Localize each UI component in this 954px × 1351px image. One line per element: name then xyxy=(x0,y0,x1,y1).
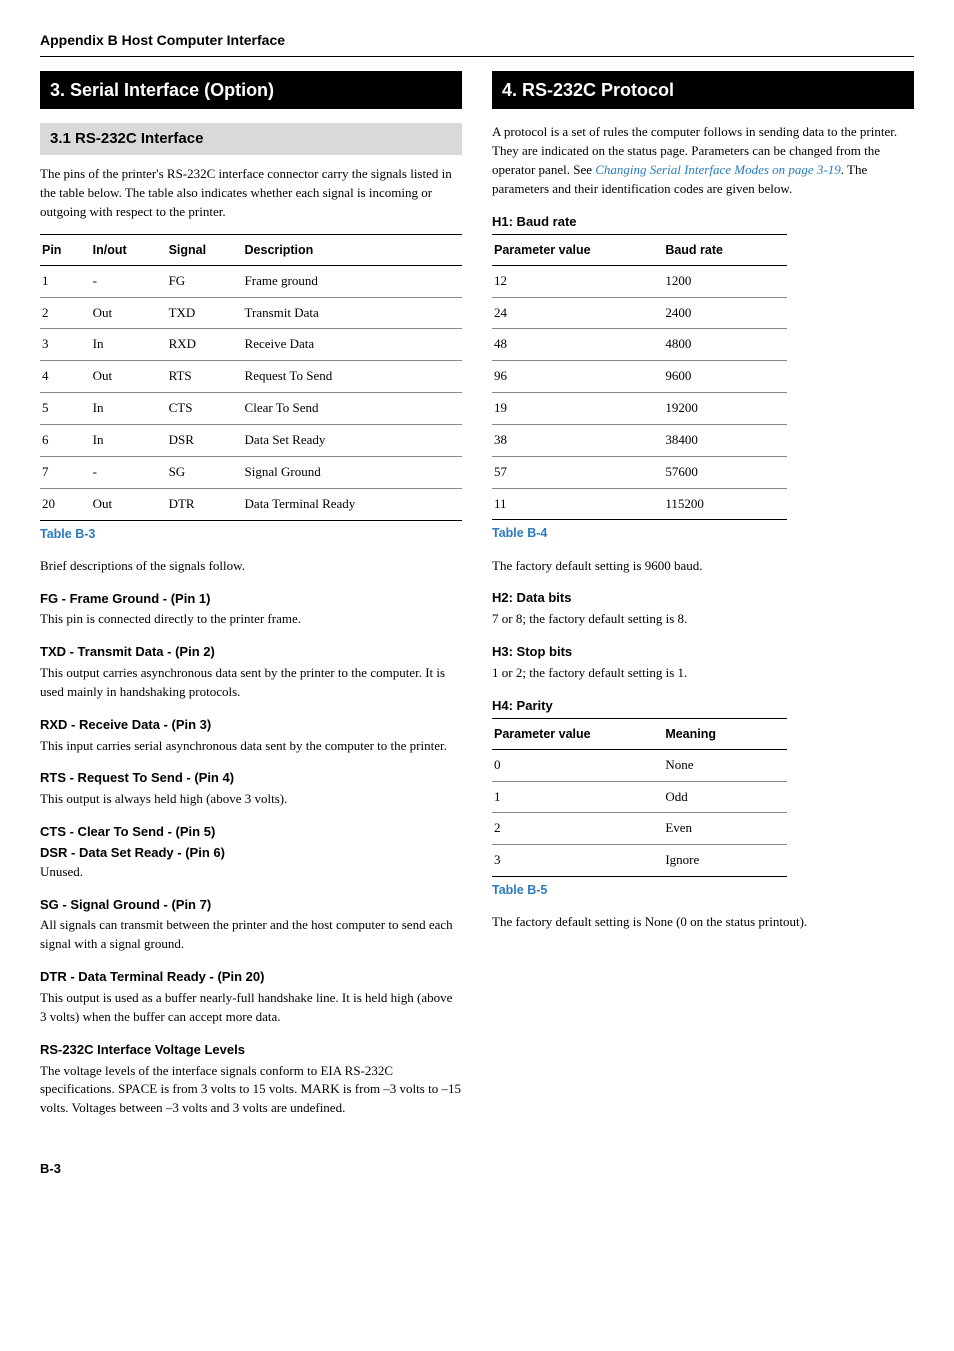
voltage-body: The voltage levels of the interface sign… xyxy=(40,1062,462,1119)
unused-body: Unused. xyxy=(40,863,462,882)
table-row: 0None xyxy=(492,749,787,781)
brief-intro: Brief descriptions of the signals follow… xyxy=(40,557,462,576)
parity-th-param: Parameter value xyxy=(492,718,663,749)
parity-table: Parameter value Meaning 0None 1Odd 2Even… xyxy=(492,718,787,878)
pin-th-pin: Pin xyxy=(40,234,91,265)
section-4-intro: A protocol is a set of rules the compute… xyxy=(492,123,914,198)
table-row: 969600 xyxy=(492,361,787,393)
sg-body: All signals can transmit between the pri… xyxy=(40,916,462,954)
dtr-body: This output is used as a buffer nearly-f… xyxy=(40,989,462,1027)
table-row: 1-FGFrame ground xyxy=(40,265,462,297)
link-changing-serial[interactable]: Changing Serial Interface Modes on page … xyxy=(595,162,841,177)
page-number: B-3 xyxy=(40,1160,914,1179)
h1-baud-heading: H1: Baud rate xyxy=(492,213,914,232)
section-4-heading: 4. RS-232C Protocol xyxy=(492,71,914,109)
table-row: 11115200 xyxy=(492,488,787,520)
table-row: 3Ignore xyxy=(492,845,787,877)
h3-stop-heading: H3: Stop bits xyxy=(492,643,914,662)
section-3-1-heading: 3.1 RS-232C Interface xyxy=(40,123,462,155)
sg-heading: SG - Signal Ground - (Pin 7) xyxy=(40,896,462,915)
baud-table: Parameter value Baud rate 121200 242400 … xyxy=(492,234,787,521)
table-row: 2Even xyxy=(492,813,787,845)
section-3-heading: 3. Serial Interface (Option) xyxy=(40,71,462,109)
dtr-heading: DTR - Data Terminal Ready - (Pin 20) xyxy=(40,968,462,987)
pin-table: Pin In/out Signal Description 1-FGFrame … xyxy=(40,234,462,521)
h2-data-heading: H2: Data bits xyxy=(492,589,914,608)
cts-heading: CTS - Clear To Send - (Pin 5) xyxy=(40,823,462,842)
table-row: 7-SGSignal Ground xyxy=(40,456,462,488)
baud-th-param: Parameter value xyxy=(492,234,663,265)
two-column-layout: 3. Serial Interface (Option) 3.1 RS-232C… xyxy=(40,71,914,1130)
table-row: 5InCTSClear To Send xyxy=(40,393,462,425)
txd-body: This output carries asynchronous data se… xyxy=(40,664,462,702)
pin-th-inout: In/out xyxy=(91,234,167,265)
txd-heading: TXD - Transmit Data - (Pin 2) xyxy=(40,643,462,662)
h3-stop-body: 1 or 2; the factory default setting is 1… xyxy=(492,664,914,683)
fg-body: This pin is connected directly to the pr… xyxy=(40,610,462,629)
table-row: 121200 xyxy=(492,265,787,297)
rxd-heading: RXD - Receive Data - (Pin 3) xyxy=(40,716,462,735)
pin-th-desc: Description xyxy=(243,234,462,265)
fg-heading: FG - Frame Ground - (Pin 1) xyxy=(40,590,462,609)
table-row: 4OutRTSRequest To Send xyxy=(40,361,462,393)
dsr-heading: DSR - Data Set Ready - (Pin 6) xyxy=(40,844,462,863)
baud-note: The factory default setting is 9600 baud… xyxy=(492,557,914,576)
table-b4-caption: Table B-4 xyxy=(492,524,914,542)
table-row: 242400 xyxy=(492,297,787,329)
baud-th-rate: Baud rate xyxy=(663,234,787,265)
table-b3-caption: Table B-3 xyxy=(40,525,462,543)
rts-heading: RTS - Request To Send - (Pin 4) xyxy=(40,769,462,788)
h4-parity-heading: H4: Parity xyxy=(492,697,914,716)
voltage-heading: RS-232C Interface Voltage Levels xyxy=(40,1041,462,1060)
right-column: 4. RS-232C Protocol A protocol is a set … xyxy=(492,71,914,1130)
left-column: 3. Serial Interface (Option) 3.1 RS-232C… xyxy=(40,71,462,1130)
rxd-body: This input carries serial asynchronous d… xyxy=(40,737,462,756)
pin-th-signal: Signal xyxy=(167,234,243,265)
table-row: 6InDSRData Set Ready xyxy=(40,425,462,457)
table-row: 1919200 xyxy=(492,393,787,425)
table-row: 484800 xyxy=(492,329,787,361)
table-row: 20OutDTRData Terminal Ready xyxy=(40,488,462,520)
page-header: Appendix B Host Computer Interface xyxy=(40,30,914,57)
table-row: 5757600 xyxy=(492,456,787,488)
parity-note: The factory default setting is None (0 o… xyxy=(492,913,914,932)
table-row: 2OutTXDTransmit Data xyxy=(40,297,462,329)
rts-body: This output is always held high (above 3… xyxy=(40,790,462,809)
section-3-1-intro: The pins of the printer's RS-232C interf… xyxy=(40,165,462,222)
table-row: 1Odd xyxy=(492,781,787,813)
parity-th-meaning: Meaning xyxy=(663,718,787,749)
table-row: 3InRXDReceive Data xyxy=(40,329,462,361)
h2-data-body: 7 or 8; the factory default setting is 8… xyxy=(492,610,914,629)
table-b5-caption: Table B-5 xyxy=(492,881,914,899)
table-row: 3838400 xyxy=(492,424,787,456)
